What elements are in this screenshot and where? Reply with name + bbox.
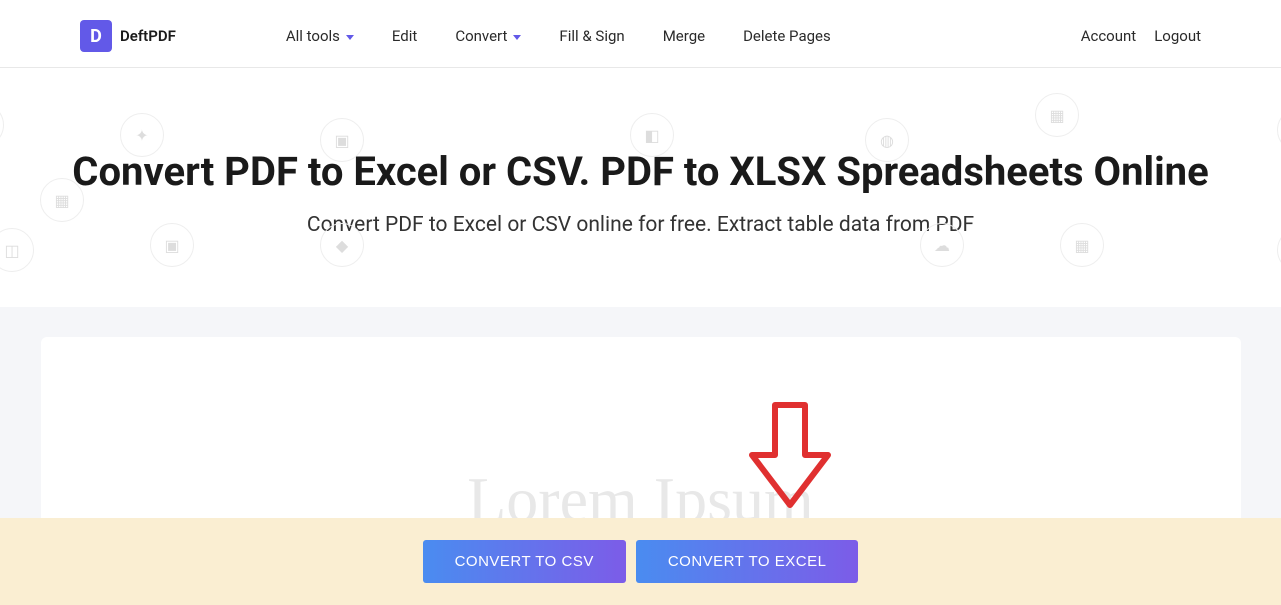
nav-convert[interactable]: Convert bbox=[455, 27, 521, 45]
chevron-down-icon bbox=[346, 35, 354, 40]
convert-to-excel-button[interactable]: CONVERT TO EXCEL bbox=[636, 540, 859, 583]
logo-text: DeftPDF bbox=[120, 27, 176, 45]
decor-icon: ◆ bbox=[0, 103, 4, 147]
decor-icon: ◆ bbox=[320, 223, 364, 267]
decor-icon: ✦ bbox=[1277, 228, 1281, 272]
main-header: D DeftPDF All tools Edit Convert Fill & … bbox=[0, 0, 1281, 68]
convert-to-csv-button[interactable]: CONVERT TO CSV bbox=[423, 540, 626, 583]
account-link[interactable]: Account bbox=[1081, 27, 1137, 45]
decor-icon: ✦ bbox=[120, 113, 164, 157]
decor-icon: ▦ bbox=[1060, 223, 1104, 267]
nav-all-tools-label: All tools bbox=[286, 27, 340, 45]
main-nav: All tools Edit Convert Fill & Sign Merge… bbox=[286, 27, 831, 45]
nav-all-tools[interactable]: All tools bbox=[286, 27, 354, 45]
nav-fill-sign[interactable]: Fill & Sign bbox=[559, 27, 624, 45]
header-right: Account Logout bbox=[1081, 27, 1201, 45]
decor-icon: ▦ bbox=[40, 178, 84, 222]
decor-icon: ◍ bbox=[865, 118, 909, 162]
arrow-down-annotation bbox=[740, 395, 840, 519]
decor-icon: ◐ bbox=[1277, 108, 1281, 152]
decor-icon: ◫ bbox=[0, 228, 34, 272]
nav-merge[interactable]: Merge bbox=[663, 27, 705, 45]
decor-icon: ▣ bbox=[320, 118, 364, 162]
decor-icon: ▣ bbox=[150, 223, 194, 267]
action-bar: CONVERT TO CSV CONVERT TO EXCEL bbox=[0, 518, 1281, 605]
nav-convert-label: Convert bbox=[455, 27, 507, 45]
logo[interactable]: D DeftPDF bbox=[80, 20, 176, 52]
logout-link[interactable]: Logout bbox=[1154, 27, 1201, 45]
upload-card[interactable]: Lorem Ipsum bbox=[41, 337, 1241, 537]
decor-icon: ▦ bbox=[1035, 93, 1079, 137]
chevron-down-icon bbox=[513, 35, 521, 40]
decor-icon: ◧ bbox=[630, 113, 674, 157]
nav-edit[interactable]: Edit bbox=[392, 27, 417, 45]
nav-delete-pages[interactable]: Delete Pages bbox=[743, 27, 831, 45]
logo-icon: D bbox=[80, 20, 112, 52]
hero-section: ◆ ✦ ▣ ◧ ◍ ▦ ◐ ▦ ◫ ▣ ◆ ☁ ▦ ✦ Convert PDF … bbox=[0, 68, 1281, 307]
page-subtitle: Convert PDF to Excel or CSV online for f… bbox=[40, 213, 1241, 237]
decor-icon: ☁ bbox=[920, 223, 964, 267]
page-title: Convert PDF to Excel or CSV. PDF to XLSX… bbox=[40, 148, 1241, 195]
